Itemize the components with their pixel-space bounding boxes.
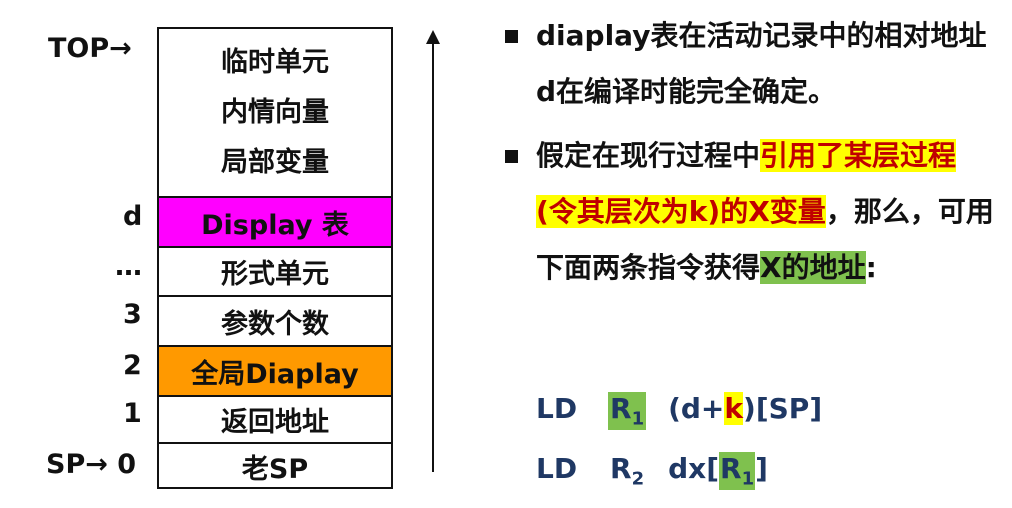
old-sp-cell: 老SP: [159, 442, 391, 489]
p2-highlight-green: X的地址: [760, 251, 866, 284]
i1-arg-a: (d+: [668, 392, 725, 425]
bullet-2: [505, 150, 518, 163]
dots-label: …: [115, 251, 142, 282]
two-label: 2: [123, 350, 142, 381]
i1-reg: R1: [608, 392, 647, 430]
p2-text-e: :: [865, 251, 877, 284]
sp-label: SP→ 0: [46, 449, 137, 480]
top-label: TOP→: [48, 33, 132, 64]
i2-arg-reg-letter: R: [720, 452, 742, 485]
growth-arrow-head: [426, 30, 440, 44]
i1-arg-b: )[SP]: [743, 392, 823, 425]
return-address-cell: 返回地址: [159, 395, 391, 442]
formal-unit-cell: 形式单元: [159, 246, 391, 295]
global-display-cell: 全局Diaplay: [159, 345, 391, 395]
temp-unit-cell: 临时单元: [221, 46, 329, 78]
display-table-cell: Display 表: [159, 196, 391, 246]
i2-arg-b: ]: [755, 452, 768, 485]
i1-reg-sub: 1: [631, 408, 645, 430]
i2-arg-reg-sub: 1: [741, 468, 755, 490]
internal-vector-cell: 内情向量: [221, 96, 329, 128]
i1-reg-letter: R: [610, 392, 632, 425]
i2-reg: R2: [608, 452, 646, 490]
paragraph-2: 假定在现行过程中引用了某层过程(令其层次为k)的X变量，那么，可用下面两条指令获…: [536, 128, 996, 296]
i2-arg-a: dx[: [668, 452, 719, 485]
i2-reg-letter: R: [610, 452, 632, 485]
paragraph-1: diaplay表在活动记录中的相对地址d在编译时能完全确定。: [536, 19, 987, 108]
growth-arrow-line: [432, 40, 434, 472]
local-var-cell: 局部变量: [221, 146, 329, 178]
i2-arg-reg: R1: [719, 452, 756, 490]
one-label: 1: [123, 398, 142, 429]
i1-op: LD: [536, 392, 578, 425]
i2-reg-sub: 2: [631, 468, 645, 490]
param-count-cell: 参数个数: [159, 295, 391, 345]
activation-record-stack: 临时单元 内情向量 局部变量 Display 表 形式单元 参数个数 全局Dia…: [157, 27, 393, 489]
stack-top-block: 临时单元 内情向量 局部变量: [159, 29, 391, 196]
i1-arg-k: k: [724, 392, 744, 425]
p2-text-a: 假定在现行过程中: [536, 139, 761, 172]
i2-op: LD: [536, 452, 578, 485]
three-label: 3: [123, 299, 142, 330]
d-label: d: [123, 201, 143, 232]
instruction-2: LD R2 dx[R1]: [536, 452, 768, 490]
bullet-1: [505, 30, 518, 43]
instruction-1: LD R1 (d+k)[SP]: [536, 392, 822, 430]
